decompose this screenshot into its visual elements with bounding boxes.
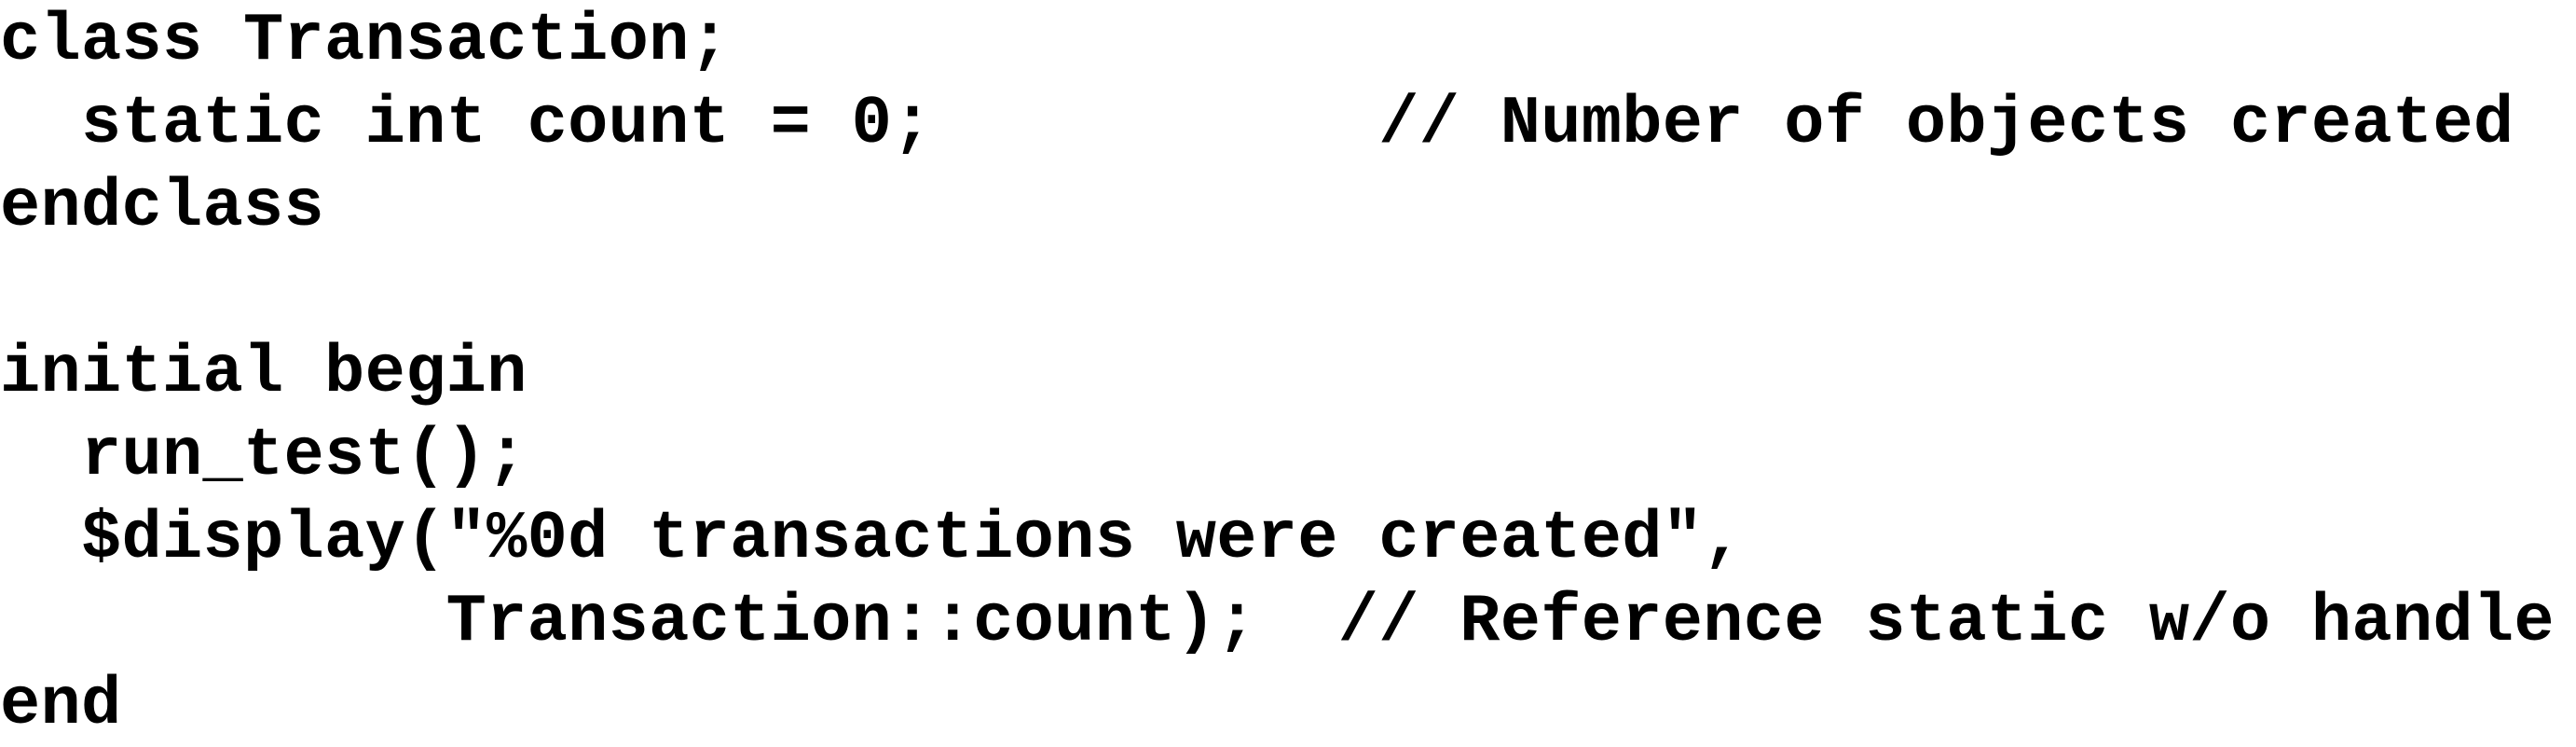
code-listing: class Transaction; static int count = 0;… xyxy=(0,0,2576,743)
code-line-1: class Transaction; xyxy=(0,3,731,79)
code-line-7: $display("%0d transactions were created"… xyxy=(0,501,1744,577)
code-line-5: initial begin xyxy=(0,335,528,411)
code-line-6: run_test(); xyxy=(0,418,528,494)
code-line-2: static int count = 0; // Number of objec… xyxy=(0,86,2514,162)
code-line-9: end xyxy=(0,667,122,743)
code-line-8: Transaction::count); // Reference static… xyxy=(0,584,2555,660)
code-line-3: endclass xyxy=(0,169,325,245)
